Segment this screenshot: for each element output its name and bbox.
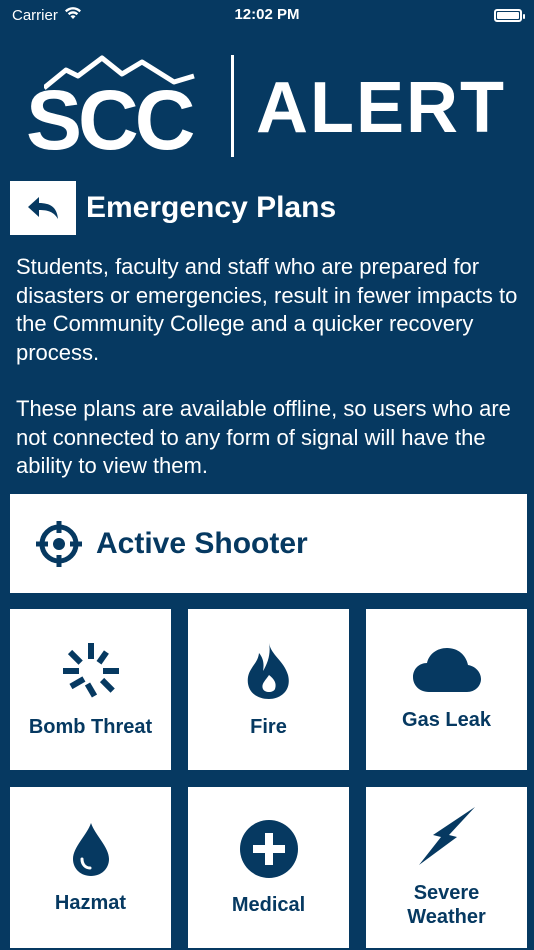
plan-fire[interactable]: Fire bbox=[188, 609, 349, 770]
page-header: Emergency Plans bbox=[10, 181, 336, 235]
plan-label: Medical bbox=[231, 893, 306, 916]
battery-icon bbox=[494, 8, 525, 22]
cloud-icon bbox=[412, 647, 481, 694]
lightning-icon bbox=[417, 806, 477, 867]
scc-alert-logo: SCC ALERT bbox=[0, 50, 534, 167]
intro-text: Students, faculty and staff who are prep… bbox=[16, 253, 526, 481]
crosshair-icon bbox=[36, 520, 82, 567]
plan-label: Severe Weather bbox=[407, 881, 486, 928]
flame-icon bbox=[244, 641, 294, 701]
back-button[interactable] bbox=[10, 181, 76, 235]
intro-paragraph-1: Students, faculty and staff who are prep… bbox=[16, 254, 518, 365]
status-time: 12:02 PM bbox=[234, 6, 300, 23]
plan-bomb-threat[interactable]: Bomb Threat bbox=[10, 609, 171, 770]
plan-label: Gas Leak bbox=[402, 708, 491, 731]
back-arrow-icon bbox=[26, 195, 60, 221]
plan-active-shooter[interactable]: Active Shooter bbox=[10, 494, 527, 593]
plan-gas-leak[interactable]: Gas Leak bbox=[366, 609, 527, 770]
page-title: Emergency Plans bbox=[86, 191, 337, 224]
plan-label: Fire bbox=[250, 715, 287, 738]
droplet-icon bbox=[71, 821, 111, 877]
status-bar: Carrier 12:02 PM bbox=[0, 0, 534, 30]
intro-paragraph-2: These plans are available offline, so us… bbox=[16, 396, 511, 478]
plan-severe-weather[interactable]: Severe Weather bbox=[366, 787, 527, 948]
plan-hazmat[interactable]: Hazmat bbox=[10, 787, 171, 948]
logo-divider bbox=[231, 55, 234, 157]
plan-label: Hazmat bbox=[54, 891, 127, 914]
logo-scc-text: SCC bbox=[26, 73, 195, 167]
logo-alert-text: ALERT bbox=[256, 68, 506, 148]
plan-label: Active Shooter bbox=[96, 526, 308, 560]
plan-medical[interactable]: Medical bbox=[188, 787, 349, 948]
plan-label: Bomb Threat bbox=[28, 715, 153, 738]
burst-icon bbox=[61, 641, 121, 701]
medical-cross-icon bbox=[239, 819, 299, 879]
